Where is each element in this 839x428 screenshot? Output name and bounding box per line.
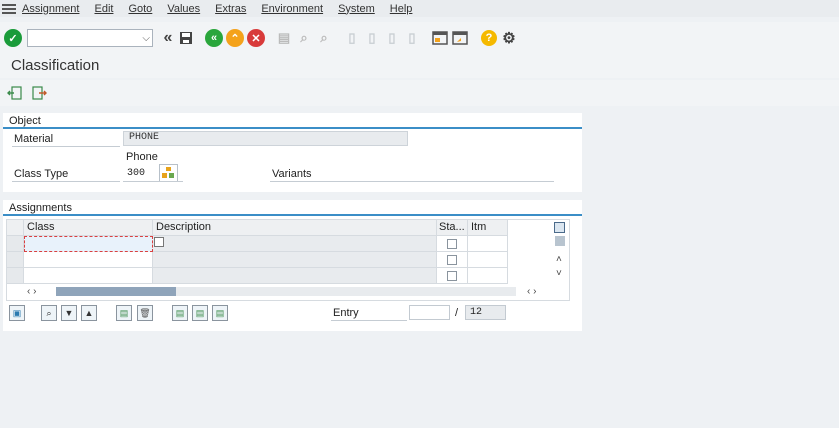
deselect-all-icon[interactable]: ▤ — [192, 305, 208, 321]
cancel-icon[interactable]: ✕ — [247, 29, 265, 47]
class-type-hierarchy-icon — [162, 167, 174, 178]
menu-help[interactable]: Help — [390, 3, 413, 15]
material-label: Material — [14, 133, 54, 145]
object-group-title: Object — [9, 115, 41, 127]
print-icon[interactable]: ▤ — [275, 29, 293, 47]
column-header-class[interactable]: Class — [24, 220, 153, 236]
class-input-cell[interactable] — [24, 236, 153, 252]
status-cell — [437, 252, 468, 268]
scroll-up-icon[interactable]: ˄ — [556, 254, 562, 265]
menu-bar: Assignment Edit Goto Values Extras Envir… — [0, 0, 839, 17]
entry-total: 12 — [465, 305, 506, 320]
menu-values[interactable]: Values — [167, 3, 200, 15]
object-group: Object Material PHONE Phone Class Type 3… — [3, 113, 582, 192]
column-header-description[interactable]: Description — [153, 220, 437, 236]
scroll-down-icon[interactable]: ˅ — [556, 268, 562, 279]
entry-label: Entry — [333, 307, 359, 319]
description-cell — [153, 252, 437, 268]
status-checkbox[interactable] — [447, 239, 457, 249]
vertical-scrollbar-thumb[interactable] — [555, 236, 565, 246]
previous-page-icon[interactable]: ▯ — [363, 29, 381, 47]
find-icon[interactable]: ⌕ — [295, 29, 313, 47]
status-checkbox[interactable] — [447, 255, 457, 265]
row-selector[interactable] — [7, 268, 24, 284]
next-object-icon[interactable] — [30, 84, 48, 102]
material-label-underline — [12, 146, 120, 147]
column-header-item[interactable]: Itm — [468, 220, 508, 236]
new-session-icon[interactable] — [431, 29, 449, 47]
up-icon[interactable]: ⌃ — [226, 29, 244, 47]
row-selector[interactable] — [7, 252, 24, 268]
menu-assignment[interactable]: Assignment — [22, 3, 79, 15]
variants-label: Variants — [272, 168, 312, 180]
row-selector-header[interactable] — [7, 220, 24, 236]
previous-object-icon[interactable] — [6, 84, 24, 102]
description-cell — [153, 268, 437, 284]
class-type-label: Class Type — [14, 168, 69, 180]
assignments-group-divider — [3, 214, 582, 216]
material-field[interactable]: PHONE — [123, 131, 408, 146]
menu-extras[interactable]: Extras — [215, 3, 246, 15]
details-view-icon[interactable]: ⌕ — [41, 305, 57, 321]
scroll-left-right-arrows[interactable]: ‹ › — [27, 286, 36, 297]
select-block-icon[interactable]: ▤ — [172, 305, 188, 321]
chevron-down-icon[interactable]: ⌵ — [142, 33, 150, 44]
object-group-divider — [3, 127, 582, 129]
page-title: Classification — [11, 57, 100, 74]
select-all-icon[interactable]: ▣ — [9, 305, 25, 321]
standard-toolbar: ✓ ⌵ « « ⌃ ✕ ▤ ⌕ ⌕ ▯ ▯ ▯ ▯ ? ⚙ — [0, 22, 839, 54]
save-icon[interactable] — [177, 29, 195, 47]
entry-input[interactable] — [409, 305, 450, 320]
check-entries-icon[interactable]: ▤ — [212, 305, 228, 321]
status-cell — [437, 268, 468, 284]
class-type-help-button[interactable] — [159, 164, 178, 182]
assignments-table: Class Description Sta... Itm ‹ › ‹ › ˄ ˅ — [6, 219, 570, 301]
application-toolbar — [0, 80, 839, 106]
command-field[interactable]: ⌵ — [27, 29, 153, 47]
table-settings-icon[interactable] — [554, 222, 565, 233]
shortcut-icon[interactable] — [451, 29, 469, 47]
next-page-icon[interactable]: ▯ — [383, 29, 401, 47]
back-icon[interactable]: « — [159, 29, 177, 47]
row-selector[interactable] — [7, 236, 24, 252]
menu-environment[interactable]: Environment — [261, 3, 323, 15]
horizontal-scrollbar-thumb[interactable] — [56, 287, 176, 296]
class-input-cell[interactable] — [24, 252, 153, 268]
title-bar: Classification — [0, 54, 839, 78]
sort-up-icon[interactable]: ▲ — [81, 305, 97, 321]
status-cell — [437, 236, 468, 252]
settings-icon[interactable]: ⚙ — [500, 29, 518, 47]
exit-icon[interactable]: « — [205, 29, 223, 47]
class-type-value[interactable]: 300 — [127, 168, 145, 179]
material-description: Phone — [126, 151, 158, 163]
horizontal-scrollbar-track[interactable] — [176, 287, 516, 296]
scroll-columns-arrows[interactable]: ‹ › — [527, 286, 536, 297]
variants-underline — [270, 181, 554, 182]
menu-goto[interactable]: Goto — [128, 3, 152, 15]
details-icon[interactable] — [154, 237, 164, 247]
status-checkbox[interactable] — [447, 271, 457, 281]
class-type-label-underline — [12, 181, 120, 182]
class-type-underline — [123, 181, 183, 182]
class-input-cell[interactable] — [24, 268, 153, 284]
menu-icon[interactable] — [2, 3, 16, 14]
entry-label-underline — [331, 320, 407, 321]
help-icon[interactable]: ? — [481, 30, 497, 46]
last-page-icon[interactable]: ▯ — [403, 29, 421, 47]
item-cell[interactable] — [468, 252, 508, 268]
assignments-group-title: Assignments — [9, 202, 72, 214]
item-cell[interactable] — [468, 268, 508, 284]
first-page-icon[interactable]: ▯ — [343, 29, 361, 47]
menu-edit[interactable]: Edit — [94, 3, 113, 15]
description-cell — [153, 236, 437, 252]
insert-row-icon[interactable]: ▤ — [116, 305, 132, 321]
entry-separator: / — [455, 307, 459, 319]
delete-row-icon[interactable]: 🗑 — [137, 305, 153, 321]
check-icon[interactable]: ✓ — [4, 29, 22, 47]
menu-system[interactable]: System — [338, 3, 375, 15]
find-next-icon[interactable]: ⌕ — [315, 29, 333, 47]
item-cell[interactable] — [468, 236, 508, 252]
sort-down-icon[interactable]: ▼ — [61, 305, 77, 321]
column-header-status[interactable]: Sta... — [437, 220, 468, 236]
